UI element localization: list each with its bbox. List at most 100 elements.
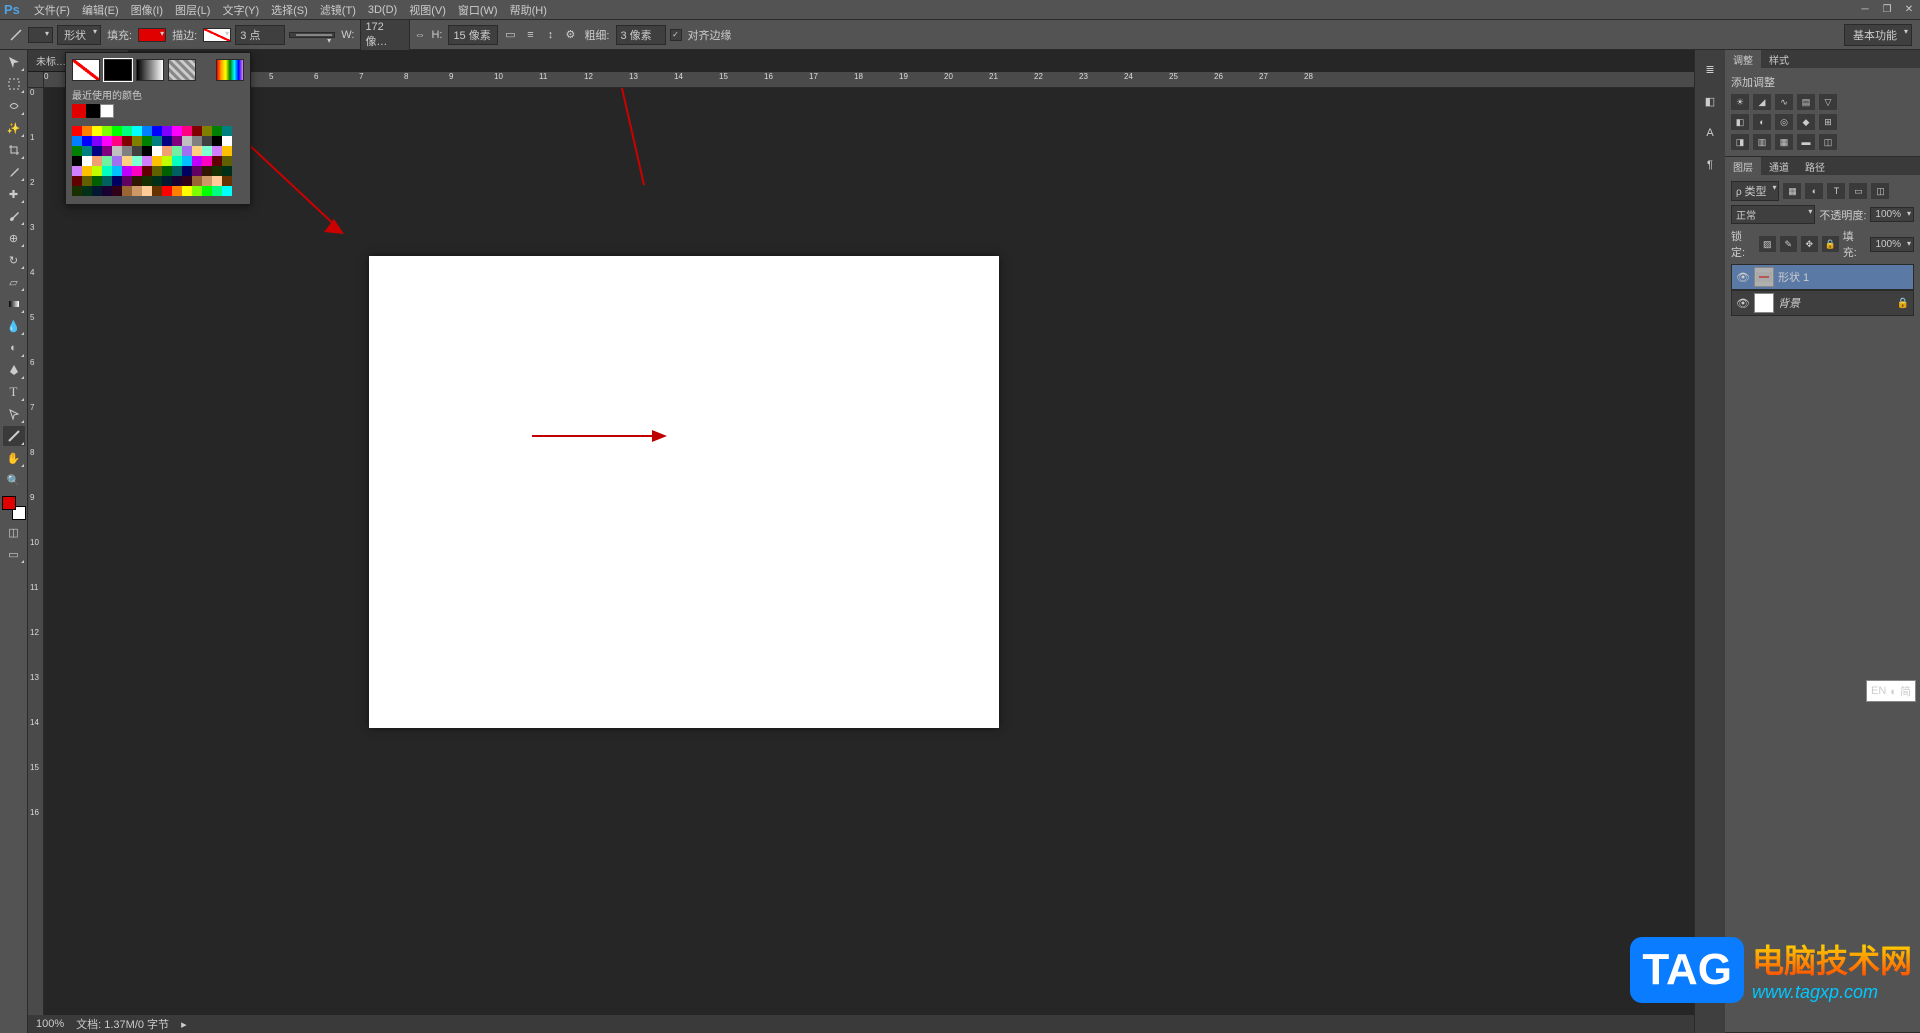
restore-button[interactable]: ❐: [1880, 4, 1894, 16]
layers-tab[interactable]: 图层: [1725, 157, 1761, 175]
fill-swatch[interactable]: [138, 28, 166, 42]
blend-mode-select[interactable]: 正常: [1731, 205, 1815, 224]
layer-thumbnail[interactable]: [1754, 267, 1774, 287]
opacity-input[interactable]: 100%: [1870, 207, 1914, 222]
menu-image[interactable]: 图像(I): [125, 0, 169, 20]
ruler-horizontal[interactable]: 0123456789101112131415161718192021222324…: [44, 72, 1694, 88]
stroke-width-input[interactable]: 3 点: [235, 25, 285, 45]
arrow-shape[interactable]: [532, 426, 672, 446]
ime-indicator[interactable]: EN◐ 简: [1866, 680, 1916, 702]
filter-shape-icon[interactable]: ▭: [1849, 183, 1867, 199]
recent-colors[interactable]: [72, 104, 244, 118]
stroke-swatch[interactable]: [203, 28, 231, 42]
doc-info[interactable]: 文档: 1.37M/0 字节: [76, 1016, 169, 1032]
gear-icon[interactable]: ⚙: [562, 27, 578, 43]
lasso-tool[interactable]: [3, 96, 25, 116]
menu-edit[interactable]: 编辑(E): [76, 0, 125, 20]
adj-gradmap-icon[interactable]: ▬: [1797, 134, 1815, 150]
styles-tab[interactable]: 样式: [1761, 50, 1797, 68]
workspace-switcher[interactable]: 基本功能: [1844, 24, 1912, 46]
link-wh-icon[interactable]: ⇔: [414, 29, 425, 41]
quickmask-button[interactable]: ◫: [3, 522, 25, 542]
fg-bg-colors[interactable]: [2, 496, 26, 520]
screenmode-button[interactable]: ▭: [3, 544, 25, 564]
menu-view[interactable]: 视图(V): [403, 0, 452, 20]
filter-type-icon[interactable]: T: [1827, 183, 1845, 199]
minimize-button[interactable]: ─: [1858, 4, 1872, 16]
adj-levels-icon[interactable]: ◢: [1753, 94, 1771, 110]
fill-none-button[interactable]: [72, 59, 100, 81]
w-input[interactable]: 172 像…: [360, 19, 410, 51]
stroke-options-dropdown[interactable]: [289, 32, 335, 38]
layer-row-shape1[interactable]: 👁 形状 1: [1731, 264, 1914, 290]
fill-gradient-button[interactable]: [136, 59, 164, 81]
visibility-toggle[interactable]: 👁: [1736, 271, 1750, 284]
layer-row-background[interactable]: 👁 背景 🔒: [1731, 290, 1914, 316]
layer-name[interactable]: 形状 1: [1778, 269, 1809, 285]
path-align-icon[interactable]: ≡: [522, 27, 538, 43]
brush-tool[interactable]: [3, 206, 25, 226]
thickness-input[interactable]: 3 像素: [616, 25, 666, 45]
paths-tab[interactable]: 路径: [1797, 157, 1833, 175]
heal-tool[interactable]: ✚: [3, 184, 25, 204]
eraser-tool[interactable]: ▱: [3, 272, 25, 292]
lock-all-icon[interactable]: 🔒: [1822, 236, 1839, 252]
adj-selective-icon[interactable]: ◫: [1819, 134, 1837, 150]
menu-select[interactable]: 选择(S): [265, 0, 314, 20]
crop-tool[interactable]: [3, 140, 25, 160]
tool-preset-dropdown[interactable]: [28, 27, 53, 43]
char-panel-icon[interactable]: A: [1701, 124, 1719, 142]
adj-curves-icon[interactable]: ∿: [1775, 94, 1793, 110]
menu-file[interactable]: 文件(F): [28, 0, 76, 20]
blur-tool[interactable]: 💧: [3, 316, 25, 336]
adj-vibrance-icon[interactable]: ▽: [1819, 94, 1837, 110]
h-input[interactable]: 15 像素: [448, 25, 498, 45]
shape-tool[interactable]: [3, 426, 25, 446]
canvas-area[interactable]: [44, 88, 1694, 1033]
history-brush-tool[interactable]: ↻: [3, 250, 25, 270]
ruler-vertical[interactable]: 012345678910111213141516: [28, 88, 44, 1033]
ruler-origin[interactable]: [28, 72, 44, 88]
adj-brightness-icon[interactable]: ☀: [1731, 94, 1749, 110]
color-picker-button[interactable]: [216, 59, 244, 81]
zoom-tool[interactable]: 🔍: [3, 470, 25, 490]
zoom-level[interactable]: 100%: [36, 1018, 64, 1030]
channels-tab[interactable]: 通道: [1761, 157, 1797, 175]
path-combine-icon[interactable]: ▭: [502, 27, 518, 43]
adj-bw-icon[interactable]: ◐: [1753, 114, 1771, 130]
fill-solid-button[interactable]: [104, 59, 132, 81]
eyedropper-tool[interactable]: [3, 162, 25, 182]
gradient-tool[interactable]: [3, 294, 25, 314]
menu-filter[interactable]: 滤镜(T): [314, 0, 362, 20]
shape-mode-dropdown[interactable]: 形状: [57, 25, 101, 45]
stamp-tool[interactable]: ⊕: [3, 228, 25, 248]
layer-thumbnail[interactable]: [1754, 293, 1774, 313]
move-tool[interactable]: [3, 52, 25, 72]
fill-pattern-button[interactable]: [168, 59, 196, 81]
adj-invert-icon[interactable]: ◨: [1731, 134, 1749, 150]
pen-tool[interactable]: [3, 360, 25, 380]
adj-exposure-icon[interactable]: ▤: [1797, 94, 1815, 110]
layer-name[interactable]: 背景: [1778, 295, 1800, 311]
swatches-grid[interactable]: [72, 126, 244, 196]
close-button[interactable]: ✕: [1902, 4, 1916, 16]
adjustments-tab[interactable]: 调整: [1725, 50, 1761, 68]
menu-layer[interactable]: 图层(L): [169, 0, 216, 20]
adj-mixer-icon[interactable]: ◆: [1797, 114, 1815, 130]
menu-window[interactable]: 窗口(W): [452, 0, 504, 20]
path-select-tool[interactable]: [3, 404, 25, 424]
filter-pixel-icon[interactable]: ▦: [1783, 183, 1801, 199]
paragraph-panel-icon[interactable]: ¶: [1701, 156, 1719, 174]
filter-smart-icon[interactable]: ◫: [1871, 183, 1889, 199]
adj-posterize-icon[interactable]: ▥: [1753, 134, 1771, 150]
fill-opacity-input[interactable]: 100%: [1870, 237, 1914, 252]
adj-threshold-icon[interactable]: ▦: [1775, 134, 1793, 150]
canvas[interactable]: [369, 256, 999, 728]
visibility-toggle[interactable]: 👁: [1736, 297, 1750, 310]
align-edges-checkbox[interactable]: ✓: [670, 29, 682, 41]
layer-filter-kind[interactable]: ρ 类型: [1731, 181, 1779, 201]
doc-info-arrow-icon[interactable]: ▸: [181, 1018, 187, 1031]
path-arrange-icon[interactable]: ↕: [542, 27, 558, 43]
adj-hue-icon[interactable]: ◧: [1731, 114, 1749, 130]
lock-pixels-icon[interactable]: ✎: [1780, 236, 1797, 252]
